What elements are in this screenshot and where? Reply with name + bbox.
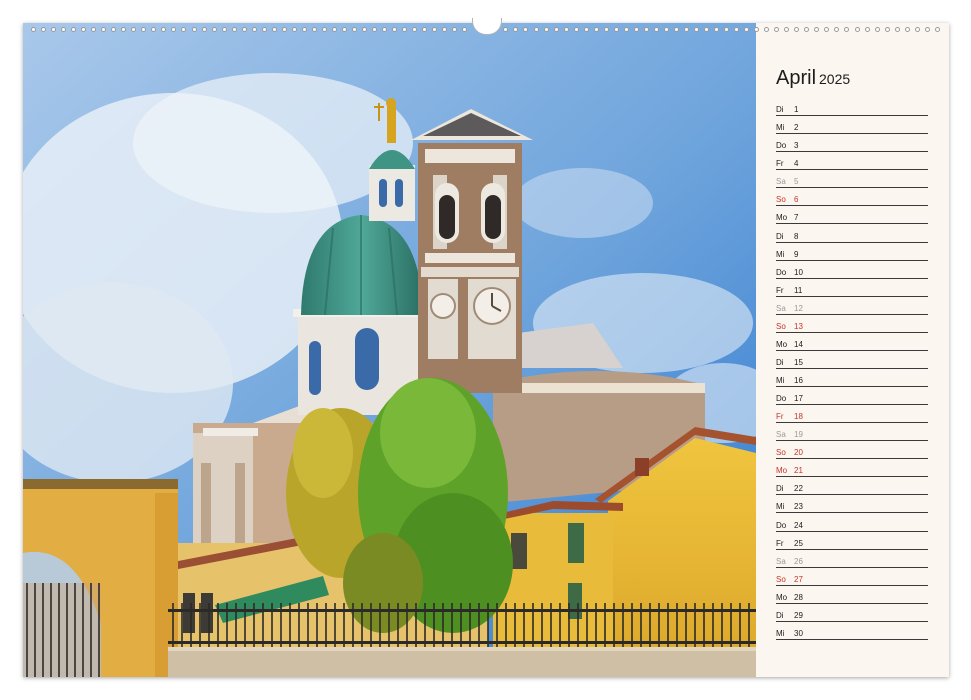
day-row: Mi 9 (776, 243, 928, 261)
weekday-label: Sa (776, 177, 786, 187)
day-list: Di 1 Mi 2 Do 3 Fr 4 Sa 5 So 6 Mo 7 Di 8 Mi 9 Do 10 Fr 11 Sa 12 S… (776, 98, 928, 640)
day-row: Mi 30 (776, 622, 928, 640)
day-row: Fr 18 (776, 405, 928, 424)
weekday-label: Mi (776, 123, 785, 133)
day-number: 12 (794, 303, 803, 313)
day-number: 20 (794, 448, 803, 458)
day-number: 8 (794, 231, 799, 241)
year: 2025 (819, 71, 851, 87)
day-number: 2 (794, 123, 799, 133)
day-row: So 13 (776, 315, 928, 333)
weekday-label: Do (776, 394, 787, 404)
weekday-label: Di (776, 105, 784, 115)
day-number: 15 (794, 357, 803, 367)
day-row: Di 15 (776, 351, 928, 369)
day-number: 19 (794, 430, 803, 440)
day-row: Fr 25 (776, 532, 928, 550)
weekday-label: Di (776, 357, 784, 367)
weekday-label: Do (776, 141, 787, 151)
month-name: April (776, 67, 817, 89)
day-row: Mi 23 (776, 495, 928, 514)
weekday-label: Fr (776, 285, 784, 295)
weekday-label: So (776, 321, 786, 331)
day-row: Fr 11 (776, 279, 928, 297)
day-row: Mo 7 (776, 206, 928, 225)
day-number: 26 (794, 556, 803, 566)
day-row: Sa 26 (776, 550, 928, 568)
day-number: 5 (794, 177, 799, 187)
weekday-label: Mo (776, 466, 788, 476)
day-number: 9 (794, 249, 799, 259)
calendar-panel: April 2025 Di 1 Mi 2 Do 3 Fr 4 Sa 5 So 6 Mo 7 Di 8 Mi 9 Do 1… (756, 23, 949, 677)
day-row: Sa 12 (776, 297, 928, 315)
weekday-label: So (776, 574, 786, 584)
day-row: Do 17 (776, 387, 928, 406)
day-row: Di 22 (776, 477, 928, 496)
day-number: 17 (794, 394, 803, 404)
day-row: Sa 19 (776, 423, 928, 442)
weekday-label: Mi (776, 249, 785, 259)
day-row: Mo 28 (776, 586, 928, 604)
day-number: 29 (794, 610, 803, 620)
day-number: 1 (794, 105, 799, 115)
day-number: 7 (794, 213, 799, 223)
day-number: 14 (794, 339, 803, 349)
weekday-label: Di (776, 610, 784, 620)
cathedral-photo (23, 23, 756, 677)
weekday-label: Mo (776, 213, 788, 223)
day-number: 16 (794, 376, 803, 385)
day-row: So 6 (776, 188, 928, 207)
day-number: 30 (794, 628, 803, 638)
day-row: Do 3 (776, 134, 928, 153)
weekday-label: Di (776, 231, 784, 241)
day-number: 10 (794, 267, 803, 277)
weekday-label: Do (776, 267, 787, 277)
weekday-label: Fr (776, 538, 784, 548)
day-row: Mo 14 (776, 333, 928, 351)
day-row: Fr 4 (776, 152, 928, 171)
weekday-label: Mo (776, 592, 788, 602)
weekday-label: Fr (776, 412, 784, 422)
day-row: Mi 2 (776, 116, 928, 135)
weekday-label: So (776, 195, 786, 205)
day-number: 4 (794, 159, 799, 169)
day-row: Di 8 (776, 224, 928, 243)
day-number: 21 (794, 466, 803, 476)
day-number: 11 (794, 285, 803, 295)
day-row: Di 29 (776, 604, 928, 622)
weekday-label: So (776, 448, 786, 458)
weekday-label: Mo (776, 339, 788, 349)
weekday-label: Di (776, 484, 784, 494)
day-row: Mi 16 (776, 369, 928, 387)
day-number: 25 (794, 538, 803, 548)
day-number: 6 (794, 195, 799, 205)
day-row: Do 24 (776, 513, 928, 532)
day-number: 23 (794, 502, 803, 512)
weekday-label: Sa (776, 430, 786, 440)
day-row: Do 10 (776, 261, 928, 279)
month-title: April 2025 (776, 67, 850, 90)
weekday-label: Mi (776, 376, 785, 385)
day-number: 22 (794, 484, 803, 494)
weekday-label: Do (776, 520, 787, 530)
weekday-label: Fr (776, 159, 784, 169)
day-number: 24 (794, 520, 803, 530)
weekday-label: Sa (776, 556, 786, 566)
day-row: Sa 5 (776, 170, 928, 189)
day-number: 27 (794, 574, 803, 584)
day-number: 13 (794, 321, 803, 331)
weekday-label: Sa (776, 303, 786, 313)
day-row: So 20 (776, 441, 928, 460)
day-number: 18 (794, 412, 803, 422)
day-row: Mo 21 (776, 459, 928, 478)
day-row: So 27 (776, 568, 928, 586)
day-number: 3 (794, 141, 799, 151)
day-number: 28 (794, 592, 803, 602)
day-row: Di 1 (776, 98, 928, 117)
weekday-label: Mi (776, 502, 785, 512)
weekday-label: Mi (776, 628, 785, 638)
